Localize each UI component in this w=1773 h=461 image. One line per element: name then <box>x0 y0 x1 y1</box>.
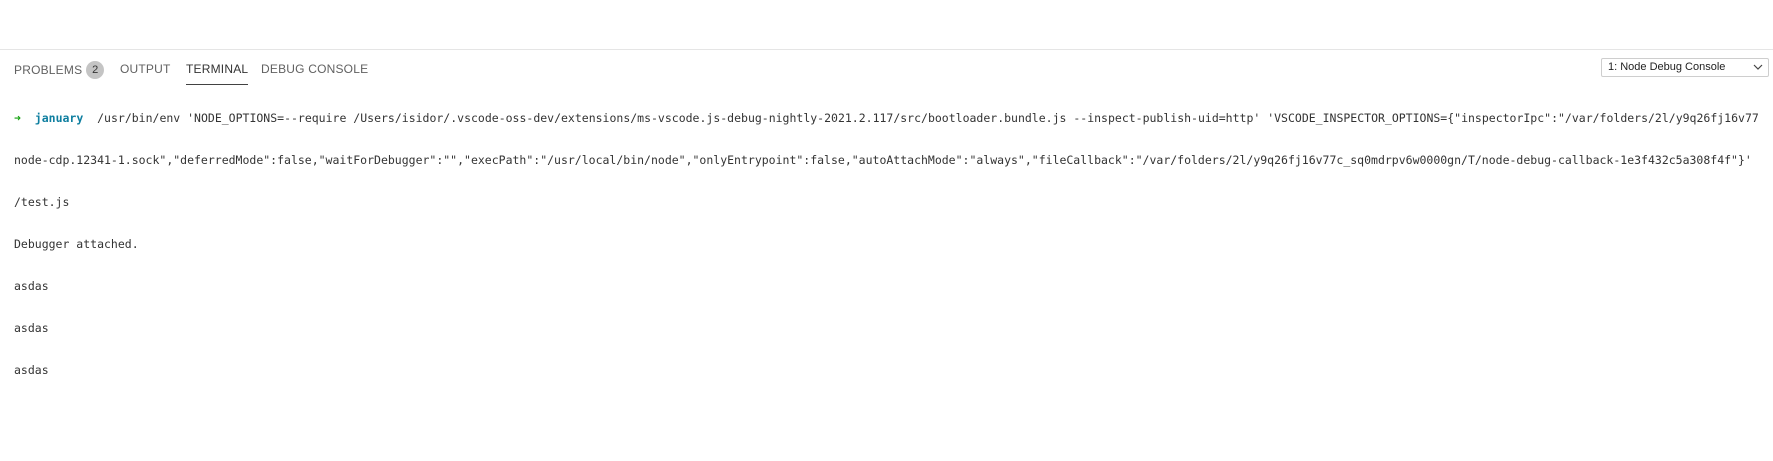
editor-area <box>0 0 1773 50</box>
command-text-part2: node-cdp.12341-1.sock","deferredMode":fa… <box>14 153 1752 167</box>
terminal-command-line: ➜ january /usr/bin/env 'NODE_OPTIONS=--r… <box>14 111 1773 125</box>
prompt-arrow-icon: ➜ <box>14 111 21 125</box>
tab-problems-label: PROBLEMS <box>14 63 83 78</box>
terminal-select-value: 1: Node Debug Console <box>1608 61 1726 73</box>
tab-problems[interactable]: PROBLEMS 2 <box>14 61 105 80</box>
prompt-directory: january <box>34 111 84 125</box>
terminal-output-line: asdas <box>14 363 49 377</box>
command-text-part3: /test.js <box>14 195 70 209</box>
terminal-output-line: asdas <box>14 279 49 293</box>
tab-terminal-label: TERMINAL <box>186 62 249 76</box>
terminal-output-line: asdas <box>14 321 49 335</box>
tab-output[interactable]: OUTPUT <box>120 62 171 76</box>
terminal-output[interactable]: ➜ january /usr/bin/env 'NODE_OPTIONS=--r… <box>14 83 1773 405</box>
panel-tabs: PROBLEMS 2 OUTPUT TERMINAL DEBUG CONSOLE … <box>0 50 1773 87</box>
tab-debug-console[interactable]: DEBUG CONSOLE <box>261 62 368 76</box>
problems-count-badge: 2 <box>86 61 105 79</box>
chevron-down-icon <box>1753 64 1763 70</box>
tab-debug-console-label: DEBUG CONSOLE <box>261 62 369 76</box>
terminal-output-line: Debugger attached. <box>14 237 139 251</box>
command-text-part1: /usr/bin/env 'NODE_OPTIONS=--require /Us… <box>90 111 1759 125</box>
bottom-panel: PROBLEMS 2 OUTPUT TERMINAL DEBUG CONSOLE … <box>0 50 1773 461</box>
tab-terminal[interactable]: TERMINAL <box>186 62 249 85</box>
terminal-select-dropdown[interactable]: 1: Node Debug Console <box>1601 58 1769 77</box>
tab-output-label: OUTPUT <box>120 62 171 76</box>
